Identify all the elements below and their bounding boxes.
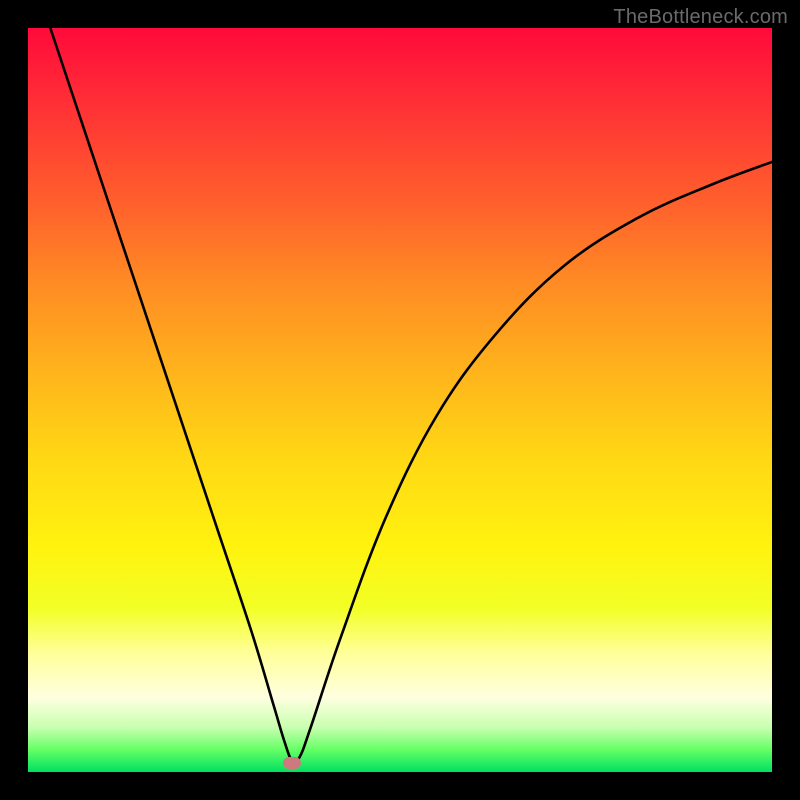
bottleneck-curve bbox=[50, 28, 772, 762]
plot-area bbox=[28, 28, 772, 772]
watermark-text: TheBottleneck.com bbox=[613, 6, 788, 29]
min-marker bbox=[283, 757, 301, 769]
curve-svg bbox=[28, 28, 772, 772]
chart-frame: TheBottleneck.com bbox=[0, 0, 800, 800]
